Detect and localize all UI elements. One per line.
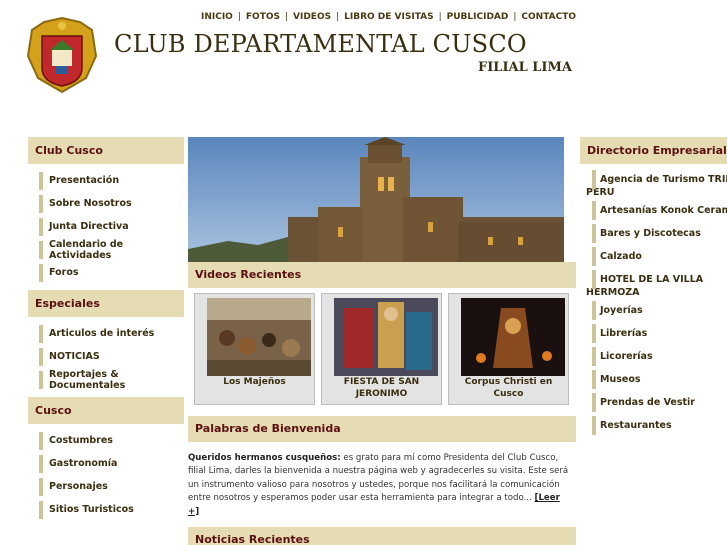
bullet-bar: [39, 477, 43, 496]
directory-item-librerias[interactable]: Librerías: [580, 322, 727, 345]
sidebar-item-foros[interactable]: Foros: [28, 261, 184, 284]
bullet-bar: [39, 263, 43, 282]
directory-item-joyerias[interactable]: Joyerías: [580, 299, 727, 322]
nav-videos[interactable]: VIDEOS: [293, 12, 331, 22]
bullet-bar: [592, 201, 596, 220]
nav-libro-de-visitas[interactable]: LIBRO DE VISITAS: [344, 12, 433, 22]
videos-recientes-heading: Videos Recientes: [188, 262, 576, 288]
sidebar-cusco: Cusco Costumbres Gastronomía Personajes …: [28, 397, 184, 521]
bullet-bar: [592, 270, 596, 289]
video-thumbnail[interactable]: [461, 298, 565, 376]
directory-item-hotel[interactable]: HOTEL DE LA VILLA HERMOZA: [580, 268, 727, 299]
nav-separator: |: [438, 12, 442, 22]
sidebar-item-noticias[interactable]: NOTICIAS: [28, 345, 184, 368]
directory-item-licorerias[interactable]: Licorerías: [580, 345, 727, 368]
sidebar-item-personajes[interactable]: Personajes: [28, 475, 184, 498]
video-caption[interactable]: Corpus Christi en Cusco: [449, 376, 568, 400]
nav-separator: |: [513, 12, 517, 22]
club-logo[interactable]: [24, 16, 100, 96]
video-card[interactable]: FIESTA DE SAN JERONIMO: [321, 293, 442, 405]
video-card[interactable]: Los Majeños: [194, 293, 315, 405]
bullet-bar: [39, 324, 43, 343]
bullet-bar: [592, 370, 596, 389]
bullet-bar: [592, 416, 596, 435]
directory-item-calzado[interactable]: Calzado: [580, 245, 727, 268]
site-subtitle: FILIAL LIMA: [478, 60, 572, 75]
nav-inicio[interactable]: INICIO: [201, 12, 233, 22]
bullet-bar: [39, 370, 43, 389]
nav-separator: |: [336, 12, 340, 22]
directory-item-agencia-turismo[interactable]: Agencia de Turismo TRIPS PERU: [580, 168, 727, 199]
sidebar-item-sobre-nosotros[interactable]: Sobre Nosotros: [28, 192, 184, 215]
nav-fotos[interactable]: FOTOS: [246, 12, 280, 22]
sidebar-item-presentacion[interactable]: Presentación: [28, 169, 184, 192]
welcome-text: Queridos hermanos cusqueños: es grato pa…: [188, 452, 573, 519]
bullet-bar: [592, 347, 596, 366]
directory-item-bares[interactable]: Bares y Discotecas: [580, 222, 727, 245]
hero-cathedral-image: [188, 137, 564, 262]
sidebar-item-calendario[interactable]: Calendario de Actividades: [28, 238, 184, 261]
sidebar-item-reportajes[interactable]: Reportajes & Documentales: [28, 368, 184, 391]
video-caption[interactable]: FIESTA DE SAN JERONIMO: [322, 376, 441, 400]
bullet-bar: [592, 393, 596, 412]
palabras-de-bienvenida-heading: Palabras de Bienvenida: [188, 416, 576, 442]
bullet-bar: [39, 217, 43, 236]
bullet-bar: [592, 224, 596, 243]
bullet-bar: [592, 247, 596, 266]
sidebar-item-costumbres[interactable]: Costumbres: [28, 429, 184, 452]
directory-item-restaurantes[interactable]: Restaurantes: [580, 414, 727, 437]
bullet-bar: [39, 240, 43, 259]
nav-separator: |: [284, 12, 289, 22]
directory-item-museos[interactable]: Museos: [580, 368, 727, 391]
bullet-bar: [592, 170, 596, 189]
bullet-bar: [39, 194, 43, 213]
sidebar-item-junta-directiva[interactable]: Junta Directiva: [28, 215, 184, 238]
video-caption[interactable]: Los Majeños: [195, 376, 314, 388]
bullet-bar: [39, 171, 43, 190]
sidebar-item-sitios-turisticos[interactable]: Sitios Turisticos: [28, 498, 184, 521]
nav-contacto[interactable]: CONTACTO: [521, 12, 576, 22]
bullet-bar: [39, 347, 43, 366]
sidebar-club-cusco: Club Cusco Presentación Sobre Nosotros J…: [28, 137, 184, 284]
video-thumbnail[interactable]: [334, 298, 438, 376]
nav-separator: |: [237, 12, 241, 22]
video-thumbnail[interactable]: [207, 298, 311, 376]
cathedral-illustration: [188, 137, 564, 262]
top-navigation: INICIO | FOTOS | VIDEOS | LIBRO DE VISITAS |…: [201, 12, 576, 22]
sidebar-directorio-empresarial: Directorio Empresarial Agencia de Turism…: [580, 137, 727, 437]
bullet-bar: [39, 431, 43, 450]
directory-item-artesanias[interactable]: Artesanías Konok Ceramica: [580, 199, 727, 222]
welcome-lead: Queridos hermanos cusqueños:: [188, 453, 341, 463]
coat-of-arms-icon: [26, 16, 98, 94]
sidebar-item-gastronomia[interactable]: Gastronomía: [28, 452, 184, 475]
sidebar-heading: Directorio Empresarial: [580, 137, 727, 164]
sidebar-heading: Especiales: [28, 290, 184, 317]
nav-publicidad[interactable]: PUBLICIDAD: [447, 12, 509, 22]
bullet-bar: [592, 324, 596, 343]
sidebar-heading: Cusco: [28, 397, 184, 424]
directory-item-prendas[interactable]: Prendas de Vestir: [580, 391, 727, 414]
bullet-bar: [39, 500, 43, 519]
bullet-bar: [592, 301, 596, 320]
bullet-bar: [39, 454, 43, 473]
noticias-recientes-heading: Noticias Recientes: [188, 527, 576, 545]
video-card[interactable]: Corpus Christi en Cusco: [448, 293, 569, 405]
site-title: CLUB DEPARTAMENTAL CUSCO: [114, 30, 527, 58]
sidebar-heading: Club Cusco: [28, 137, 184, 164]
sidebar-item-articulos[interactable]: Articulos de interés: [28, 322, 184, 345]
sidebar-especiales: Especiales Articulos de interés NOTICIAS…: [28, 290, 184, 391]
